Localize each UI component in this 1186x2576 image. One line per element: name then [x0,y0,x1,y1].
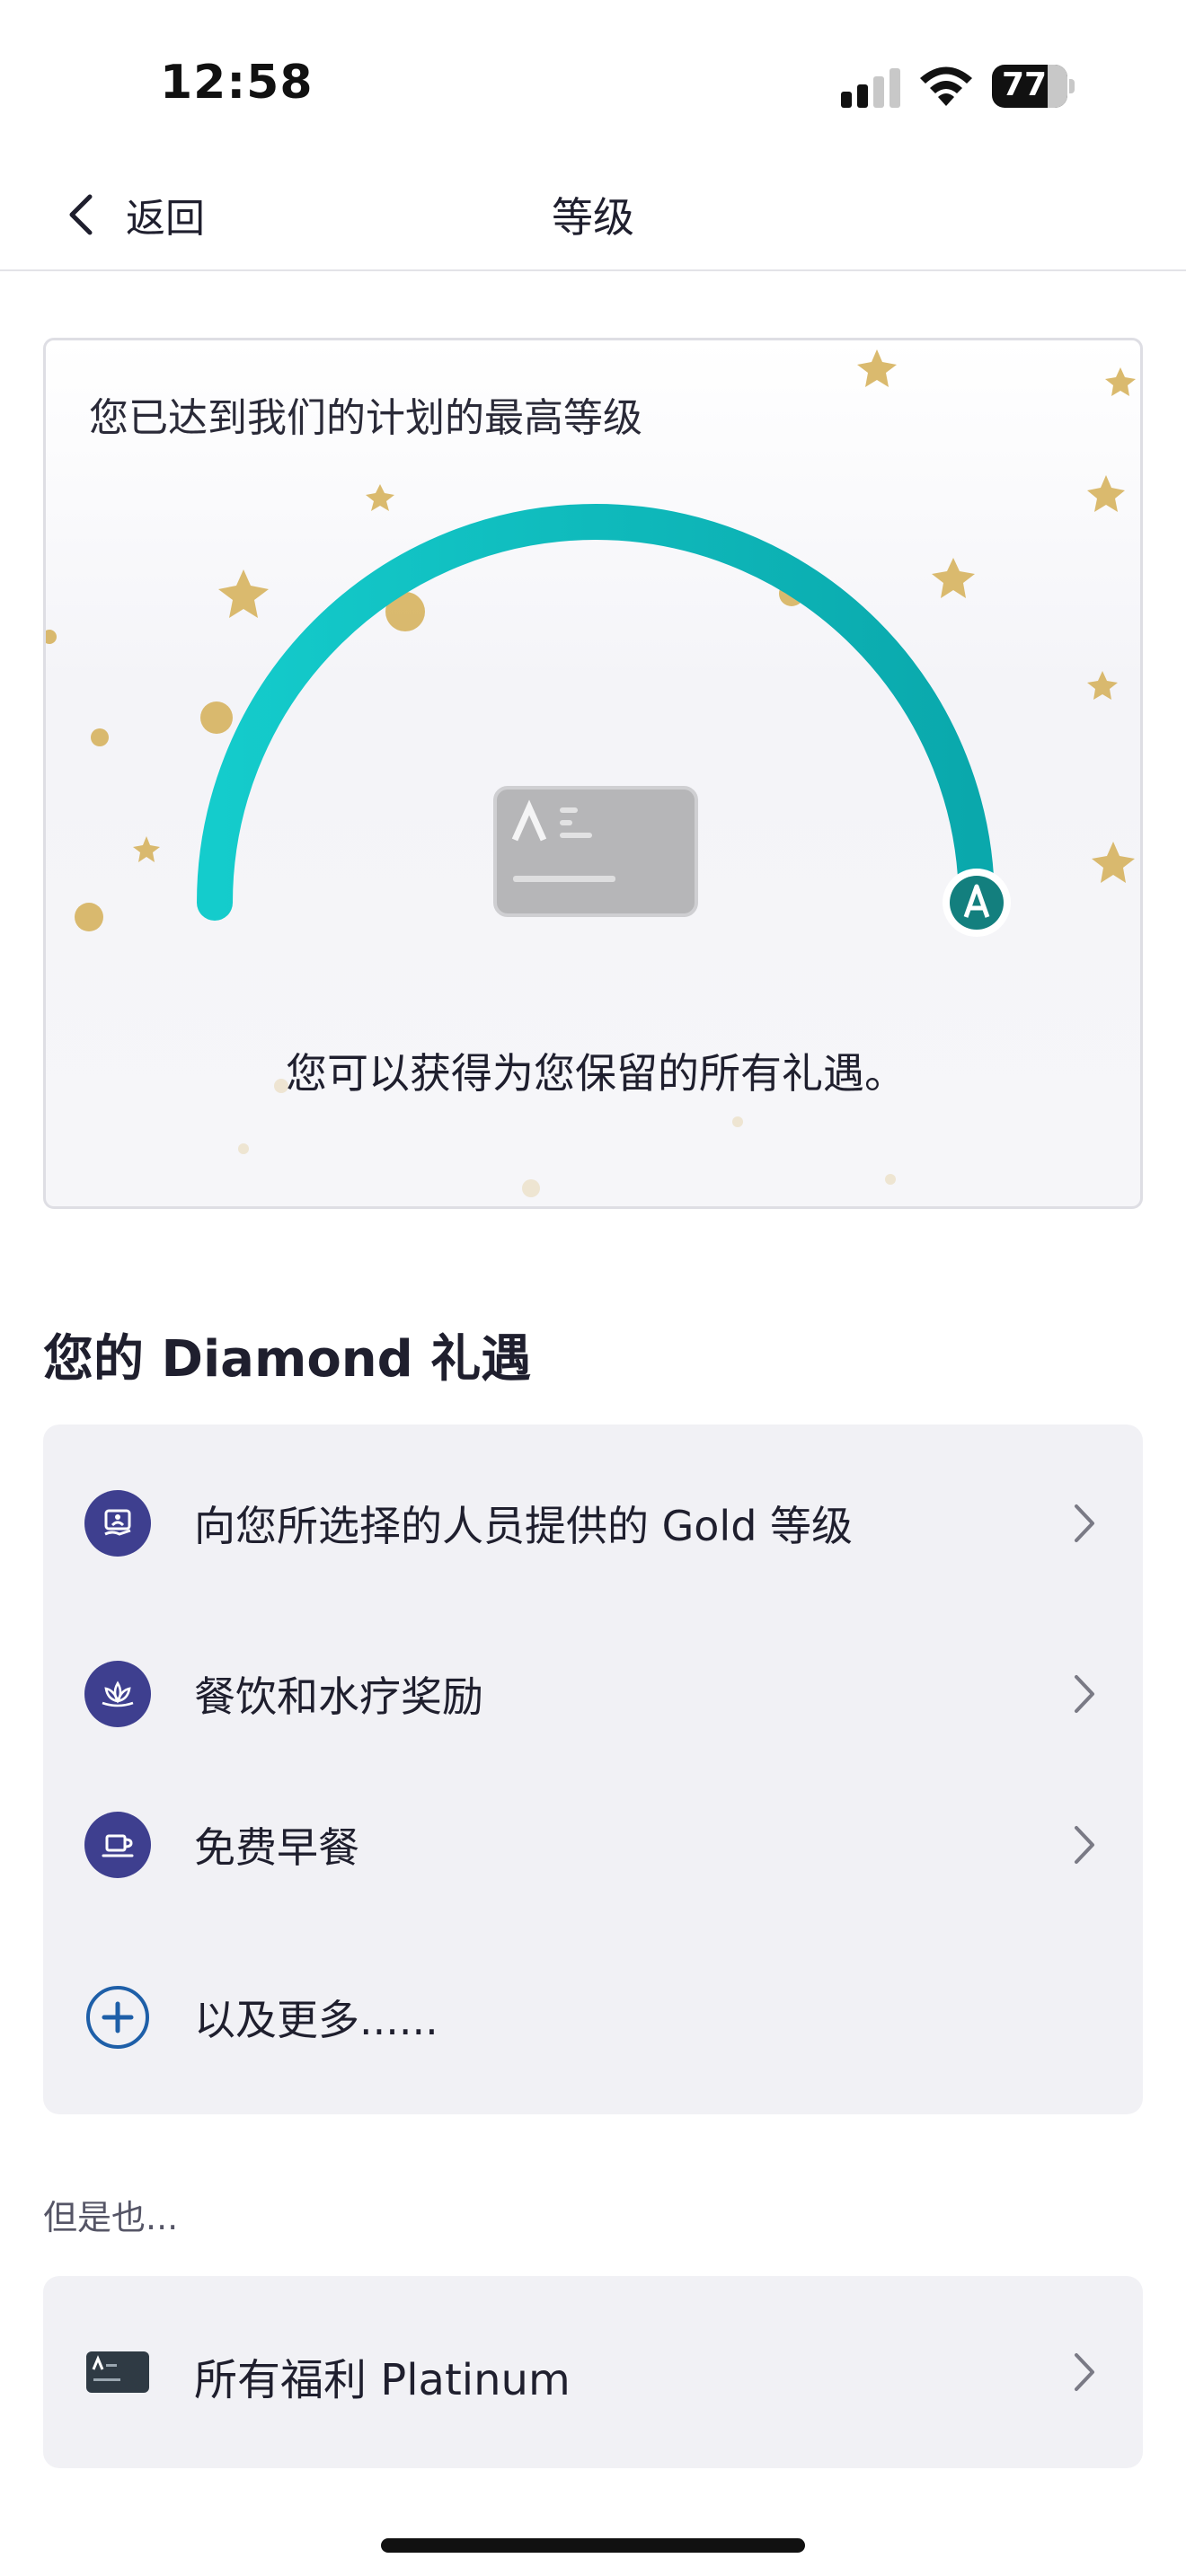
lotus-icon [84,1661,151,1727]
benefit-row-dining-spa[interactable]: 餐饮和水疗奖励 [43,1640,1143,1748]
benefit-row-gold-gift[interactable]: 向您所选择的人员提供的 Gold 等级 [43,1469,1143,1577]
membership-card-placeholder-icon [493,786,698,917]
chevron-right-icon [1075,1504,1094,1542]
membership-card-icon [86,2351,149,2393]
chevron-right-icon [1075,1675,1094,1713]
hero-headline: 您已达到我们的计划的最高等级 [89,395,642,441]
also-label: 但是也... [43,2198,179,2237]
coffee-cup-icon [84,1812,151,1878]
benefit-label: 餐饮和水疗奖励 [194,1672,483,1721]
benefit-label: 免费早餐 [194,1823,359,1872]
benefits-list: 向您所选择的人员提供的 Gold 等级 餐饮和水疗奖励 免费早餐 以及更多...… [43,1425,1143,2114]
page-title: 等级 [552,193,634,242]
wifi-icon [920,66,972,106]
battery-indicator: 77 [992,65,1075,108]
home-indicator [381,2538,805,2553]
platinum-benefits-row[interactable]: 所有福利 Platinum [43,2276,1143,2468]
hero-subtitle: 您可以获得为您保留的所有礼遇。 [286,1049,906,1098]
benefit-label: 以及更多...... [194,1996,438,2044]
platinum-benefits-label: 所有福利 Platinum [194,2355,571,2405]
tier-status-card: 您已达到我们的计划的最高等级 您可以获得为您保留的所有礼遇。 [43,338,1143,1209]
benefit-label: 向您所选择的人员提供的 Gold 等级 [194,1502,854,1550]
benefits-section-title: 您的 Diamond 礼遇 [43,1330,532,1389]
battery-level: 77 [1001,66,1048,103]
chevron-right-icon [1075,1826,1094,1864]
cellular-signal-icon [841,68,900,108]
tier-end-marker-icon [943,869,1011,937]
chevron-right-icon [1075,2353,1094,2391]
benefit-row-breakfast[interactable]: 免费早餐 [43,1791,1143,1899]
nav-bar: 返回 等级 [0,162,1186,271]
person-badge-icon [84,1490,151,1557]
status-bar: 12:58 77 [0,0,1186,162]
plus-circle-icon [86,1986,149,2049]
status-time: 12:58 [160,56,314,110]
benefit-row-and-more[interactable]: 以及更多...... [43,1963,1143,2071]
